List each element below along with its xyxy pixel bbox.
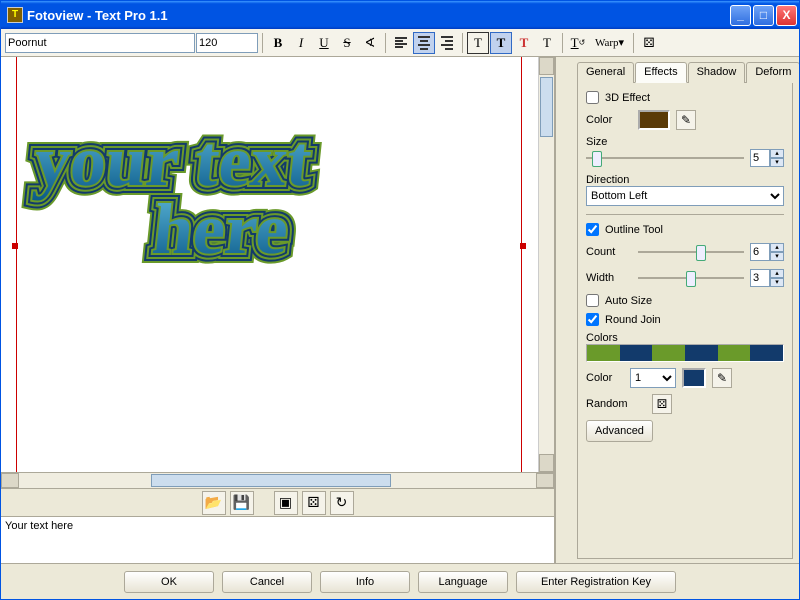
outline-label: Outline Tool (605, 224, 663, 236)
colors-label: Colors (586, 332, 618, 344)
width-spinner[interactable] (750, 269, 770, 287)
fit-button[interactable]: ▣ (274, 491, 298, 515)
color2-label: Color (586, 372, 624, 384)
advanced-button[interactable]: Advanced (586, 420, 653, 442)
minimize-button[interactable]: _ (730, 5, 751, 26)
file-toolbar: 📂 💾 ▣ ⚄ ↻ (1, 489, 554, 517)
font-combo[interactable] (5, 33, 195, 53)
canvas[interactable]: your text your text your text your text … (1, 57, 554, 473)
text-input[interactable]: Your text here (1, 517, 554, 563)
ok-button[interactable]: OK (124, 571, 214, 593)
format-toolbar: B I U S ∢ T T T T T↺ Warp ▾ ⚄ (1, 29, 799, 57)
size-spinner[interactable] (750, 149, 770, 167)
tab-shadow[interactable]: Shadow (688, 62, 746, 83)
dialog-buttons: OK Cancel Info Language Enter Registrati… (1, 563, 799, 599)
width-label: Width (586, 272, 632, 284)
3d-effect-label: 3D Effect (605, 92, 650, 104)
roundjoin-label: Round Join (605, 314, 661, 326)
save-button[interactable]: 💾 (230, 491, 254, 515)
angle-button[interactable]: ∢ (359, 32, 381, 54)
dice-button[interactable]: ⚄ (302, 491, 326, 515)
effects-panel: 3D Effect Color ✎ Size ▴▾ Direction Bott… (577, 83, 793, 559)
outline-checkbox[interactable] (586, 223, 599, 236)
roundjoin-checkbox[interactable] (586, 313, 599, 326)
canvas-hscroll[interactable] (1, 473, 554, 489)
random-button[interactable]: ⚄ (652, 394, 672, 414)
3d-effect-checkbox[interactable] (586, 91, 599, 104)
strike-button[interactable]: S (336, 32, 358, 54)
cancel-button[interactable]: Cancel (222, 571, 312, 593)
warp-button[interactable]: Warp ▾ (590, 32, 629, 54)
autosize-label: Auto Size (605, 295, 652, 307)
register-button[interactable]: Enter Registration Key (516, 571, 676, 593)
left-guide[interactable] (16, 57, 17, 472)
refresh-button[interactable]: ↻ (330, 491, 354, 515)
close-button[interactable]: X (776, 5, 797, 26)
tabs: General Effects Shadow Deform (577, 61, 793, 83)
text-style-3-button[interactable]: T (513, 32, 535, 54)
tab-deform[interactable]: Deform (746, 62, 799, 83)
vscroll-divider[interactable] (555, 57, 571, 563)
count-spinner[interactable] (750, 243, 770, 261)
maximize-button[interactable]: □ (753, 5, 774, 26)
colors-gradient[interactable] (586, 344, 784, 362)
direction-select[interactable]: Bottom Left (586, 186, 784, 206)
app-window: T Fotoview - Text Pro 1.1 _ □ X B I U S … (0, 0, 800, 600)
side-panel: General Effects Shadow Deform 3D Effect … (571, 57, 799, 563)
titlebar[interactable]: T Fotoview - Text Pro 1.1 _ □ X (1, 1, 799, 29)
text-style-4-button[interactable]: T (536, 32, 558, 54)
align-center-button[interactable] (413, 32, 435, 54)
bold-button[interactable]: B (267, 32, 289, 54)
selection-handle-right[interactable] (520, 243, 526, 249)
body: your text your text your text your text … (1, 57, 799, 563)
align-left-button[interactable] (390, 32, 412, 54)
eyedropper-3d[interactable]: ✎ (676, 110, 696, 130)
underline-button[interactable]: U (313, 32, 335, 54)
align-right-button[interactable] (436, 32, 458, 54)
direction-label: Direction (586, 174, 629, 186)
open-button[interactable]: 📂 (202, 491, 226, 515)
tab-effects[interactable]: Effects (635, 62, 686, 83)
color-label: Color (586, 114, 632, 126)
text-style-1-button[interactable]: T (467, 32, 489, 54)
selected-color-swatch[interactable] (682, 368, 706, 388)
autosize-checkbox[interactable] (586, 294, 599, 307)
tab-general[interactable]: General (577, 62, 634, 83)
app-icon: T (7, 7, 23, 23)
color-index-select[interactable]: 1 (630, 368, 676, 388)
size-label: Size (586, 136, 607, 148)
window-title: Fotoview - Text Pro 1.1 (27, 8, 730, 23)
text-style-2-button[interactable]: T (490, 32, 512, 54)
canvas-vscroll[interactable] (538, 57, 554, 472)
canvas-text[interactable]: your text your text your text your text … (24, 127, 315, 264)
text-reset-button[interactable]: T↺ (567, 32, 589, 54)
language-button[interactable]: Language (418, 571, 508, 593)
3d-color-swatch[interactable] (638, 110, 670, 130)
font-size-combo[interactable] (196, 33, 258, 53)
random-label: Random (586, 398, 646, 410)
size-up[interactable]: ▴ (770, 149, 784, 158)
right-guide[interactable] (521, 57, 522, 472)
count-slider[interactable] (638, 242, 744, 262)
canvas-column: your text your text your text your text … (1, 57, 555, 563)
italic-button[interactable]: I (290, 32, 312, 54)
size-down[interactable]: ▾ (770, 158, 784, 167)
info-button[interactable]: Info (320, 571, 410, 593)
size-slider[interactable] (586, 148, 744, 168)
count-label: Count (586, 246, 632, 258)
width-slider[interactable] (638, 268, 744, 288)
eyedropper-outline[interactable]: ✎ (712, 368, 732, 388)
selection-handle-left[interactable] (12, 243, 18, 249)
randomize-button[interactable]: ⚄ (638, 32, 660, 54)
